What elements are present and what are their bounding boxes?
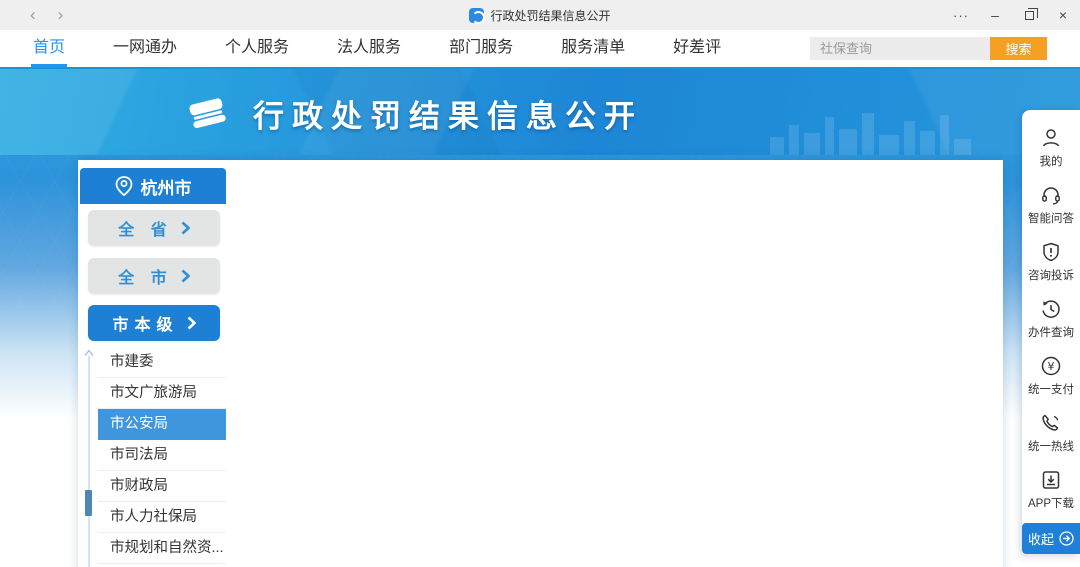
sidebar-item-payment[interactable]: ¥ 统一支付 bbox=[1022, 348, 1080, 405]
dept-item[interactable]: 市规划和自然资... bbox=[98, 533, 226, 564]
sidebar-item-qa[interactable]: 智能问答 bbox=[1022, 177, 1080, 234]
tab-one-stop[interactable]: 一网通办 bbox=[113, 30, 177, 67]
tab-rating[interactable]: 好差评 bbox=[673, 30, 721, 67]
dept-scrollbar-track[interactable] bbox=[88, 356, 90, 567]
city-level-button[interactable]: 全 市 bbox=[88, 258, 220, 294]
tab-home[interactable]: 首页 bbox=[30, 30, 68, 67]
tab-department-services[interactable]: 部门服务 bbox=[449, 30, 513, 67]
dept-item[interactable]: 市文广旅游局 bbox=[98, 378, 226, 409]
history-icon bbox=[1042, 300, 1060, 318]
book-icon bbox=[189, 98, 226, 129]
page-banner: 行政处罚结果信息公开 bbox=[0, 67, 1080, 155]
more-options-icon[interactable]: ··· bbox=[944, 0, 978, 30]
collapse-button[interactable]: 收起 bbox=[1022, 523, 1080, 554]
minimize-icon[interactable]: – bbox=[978, 0, 1012, 30]
portal-search-button[interactable]: 搜索 bbox=[990, 37, 1047, 60]
dept-item[interactable]: 市司法局 bbox=[98, 440, 226, 471]
tab-legal-person-services[interactable]: 法人服务 bbox=[337, 30, 401, 67]
portal-search-input[interactable] bbox=[810, 37, 990, 60]
content-panel: 杭州市 全 省 全 市 市本级 市建委 市文广旅游局 市公安局 市司法局 市财政… bbox=[78, 160, 1003, 567]
department-list: 市建委 市文广旅游局 市公安局 市司法局 市财政局 市人力社保局 市规划和自然资… bbox=[98, 347, 226, 567]
tool-sidebar: 我的 智能问答 咨询投诉 办件查询 ¥ 统一支付 统一热线 APP下载 收起 bbox=[1022, 110, 1080, 554]
tab-service-list[interactable]: 服务清单 bbox=[561, 30, 625, 67]
window-title: 行政处罚结果信息公开 bbox=[490, 8, 611, 23]
dept-scrollbar-thumb[interactable] bbox=[85, 490, 92, 516]
banner-title: 行政处罚结果信息公开 bbox=[253, 98, 643, 134]
dept-item[interactable]: 市人力社保局 bbox=[98, 502, 226, 533]
portal-navbar: 首页 一网通办 个人服务 法人服务 部门服务 服务清单 好差评 搜索 bbox=[0, 30, 1080, 67]
arrow-right-circle-icon bbox=[1059, 531, 1074, 546]
sidebar-item-my[interactable]: 我的 bbox=[1022, 120, 1080, 177]
app-icon bbox=[469, 7, 486, 24]
shield-alert-icon bbox=[1043, 242, 1059, 262]
chevron-right-icon bbox=[187, 316, 196, 330]
headset-icon bbox=[1042, 187, 1060, 205]
chevron-right-icon bbox=[181, 269, 190, 283]
phone-icon bbox=[1042, 414, 1059, 431]
chevron-right-icon bbox=[181, 221, 190, 235]
sidebar-item-complaint[interactable]: 咨询投诉 bbox=[1022, 234, 1080, 291]
location-user-icon bbox=[115, 176, 132, 196]
restore-icon[interactable] bbox=[1012, 0, 1046, 30]
sidebar-item-status-query[interactable]: 办件查询 bbox=[1022, 291, 1080, 348]
dept-item[interactable]: 市建委 bbox=[98, 347, 226, 378]
city-header: 杭州市 bbox=[80, 168, 226, 204]
svg-text:¥: ¥ bbox=[1048, 360, 1055, 373]
dept-item[interactable]: 市财政局 bbox=[98, 471, 226, 502]
city-name: 杭州市 bbox=[140, 178, 192, 198]
province-level-button[interactable]: 全 省 bbox=[88, 210, 220, 246]
user-icon bbox=[1042, 129, 1060, 147]
sidebar-item-app-download[interactable]: APP下载 bbox=[1022, 462, 1080, 519]
sidebar-item-hotline[interactable]: 统一热线 bbox=[1022, 405, 1080, 462]
dept-item-selected[interactable]: 市公安局 bbox=[98, 409, 226, 440]
close-icon[interactable]: × bbox=[1046, 0, 1080, 30]
municipal-level-button[interactable]: 市本级 bbox=[88, 305, 220, 341]
yuan-icon: ¥ bbox=[1041, 356, 1061, 376]
window-titlebar: ‹ › 行政处罚结果信息公开 ··· – × bbox=[0, 0, 1080, 30]
download-icon bbox=[1042, 471, 1060, 489]
scroll-up-icon[interactable] bbox=[84, 344, 94, 356]
tab-personal-services[interactable]: 个人服务 bbox=[225, 30, 289, 67]
